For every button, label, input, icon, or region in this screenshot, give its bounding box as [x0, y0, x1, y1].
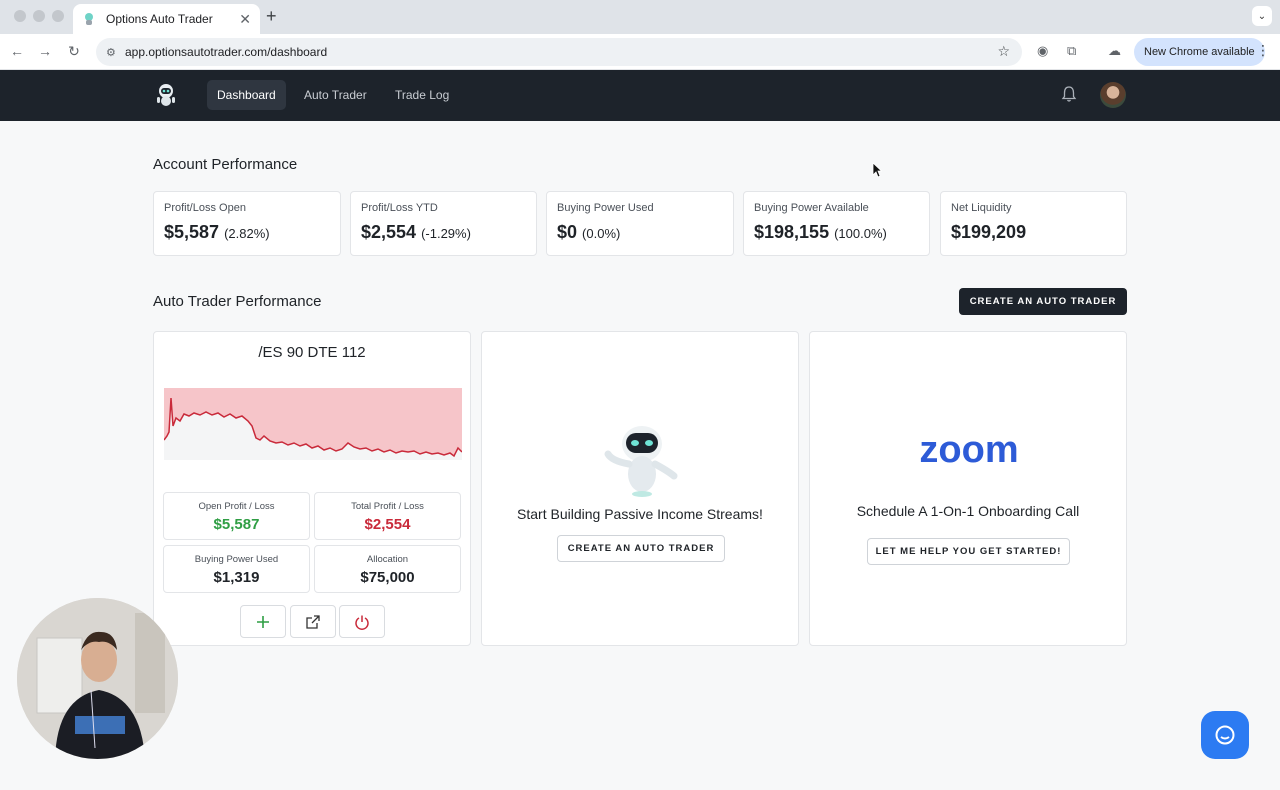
notifications-bell-icon[interactable]: [1060, 85, 1078, 103]
account-performance-title: Account Performance: [153, 156, 298, 173]
mouse-cursor-icon: [872, 162, 882, 178]
metric-card-pl-open: Profit/Loss Open $5,587 (2.82%): [153, 191, 341, 256]
chrome-menu-icon[interactable]: ⋮: [1256, 42, 1270, 59]
onboarding-card: zoom Schedule A 1-On-1 Onboarding Call L…: [809, 331, 1127, 646]
stat-label: Allocation: [366, 554, 409, 565]
create-auto-trader-button[interactable]: CREATE AN AUTO TRADER: [959, 288, 1127, 315]
app-navbar: Dashboard Auto Trader Trade Log: [0, 70, 1280, 121]
auto-trader-performance-title: Auto Trader Performance: [153, 293, 322, 310]
stat-open-pl: Open Profit / Loss $5,587: [163, 492, 310, 540]
reload-icon[interactable]: ↻: [65, 43, 83, 60]
metric-amount: $0: [557, 222, 578, 242]
metric-percent: (0.0%): [582, 226, 621, 241]
app-extension-icon[interactable]: ☁: [1108, 43, 1121, 59]
external-link-icon: [306, 614, 320, 629]
trader-pnl-chart: [164, 388, 462, 460]
stat-value: $5,587: [213, 516, 260, 533]
metric-value: $0 (0.0%): [557, 222, 723, 243]
stat-value: $75,000: [360, 569, 415, 586]
nav-trade-log[interactable]: Trade Log: [385, 80, 459, 110]
power-icon: [355, 615, 369, 630]
metric-label: Buying Power Used: [557, 202, 654, 214]
metric-value: $199,209: [951, 222, 1116, 243]
stat-buying-power-used: Buying Power Used $1,319: [163, 545, 310, 593]
robot-logo-icon[interactable]: [153, 82, 179, 108]
chat-support-button[interactable]: [1201, 711, 1249, 759]
promo-caption: Start Building Passive Income Streams!: [517, 506, 763, 522]
tab-title: Options Auto Trader: [106, 12, 213, 26]
metric-amount: $2,554: [361, 222, 417, 242]
stat-value: $1,319: [213, 569, 260, 586]
metric-amount: $5,587: [164, 222, 220, 242]
robot-mascot-icon: [604, 426, 678, 497]
metric-value: $198,155 (100.0%): [754, 222, 919, 243]
stat-label: Buying Power Used: [194, 554, 279, 565]
back-icon[interactable]: ←: [8, 43, 26, 59]
metric-value: $5,587 (2.82%): [164, 222, 330, 243]
metric-percent: (-1.29%): [421, 226, 471, 241]
url-text: app.optionsautotrader.com/dashboard: [125, 45, 328, 59]
metric-card-net-liquidity: Net Liquidity $199,209: [940, 191, 1127, 256]
trader-name: /ES 90 DTE 112: [258, 344, 366, 361]
presenter-video: [17, 598, 178, 759]
open-external-button[interactable]: [290, 605, 336, 638]
promo-card: Start Building Passive Income Streams! C…: [481, 331, 799, 646]
browser-toolbar: ← → ↻ ⚙ app.optionsautotrader.com/dashbo…: [0, 34, 1280, 70]
window-controls[interactable]: [14, 10, 64, 22]
stat-label: Total Profit / Loss: [351, 501, 424, 512]
close-tab-icon[interactable]: ✕: [239, 11, 251, 28]
metric-label: Net Liquidity: [951, 202, 1012, 214]
webcam-overlay: [17, 598, 178, 759]
svg-text:zoom: zoom: [919, 432, 1018, 468]
metric-percent: (2.82%): [224, 226, 270, 241]
promo-create-auto-trader-button[interactable]: CREATE AN AUTO TRADER: [557, 535, 725, 562]
metric-label: Profit/Loss Open: [164, 202, 246, 214]
tab-search-icon[interactable]: ⌄: [1252, 6, 1272, 26]
zoom-logo: zoom: [919, 432, 1018, 468]
stat-label: Open Profit / Loss: [198, 501, 275, 512]
get-started-button[interactable]: LET ME HELP YOU GET STARTED!: [867, 538, 1070, 565]
address-bar[interactable]: ⚙ app.optionsautotrader.com/dashboard ☆: [96, 38, 1022, 66]
chrome-update-button[interactable]: New Chrome available: [1134, 38, 1265, 66]
stat-allocation: Allocation $75,000: [314, 545, 461, 593]
forward-icon[interactable]: →: [36, 43, 54, 59]
site-info-icon[interactable]: ⚙: [106, 46, 120, 59]
metric-label: Buying Power Available: [754, 202, 869, 214]
stat-total-pl: Total Profit / Loss $2,554: [314, 492, 461, 540]
bookmark-star-icon[interactable]: ☆: [997, 43, 1010, 60]
nav-auto-trader[interactable]: Auto Trader: [294, 80, 377, 110]
chat-bubble-icon: [1215, 725, 1235, 745]
nav-dashboard[interactable]: Dashboard: [207, 80, 286, 110]
metric-amount: $199,209: [951, 222, 1027, 242]
plus-icon: [257, 615, 269, 628]
new-tab-icon[interactable]: +: [266, 6, 277, 27]
app-favicon-icon: [85, 13, 93, 25]
metric-label: Profit/Loss YTD: [361, 202, 438, 214]
power-button[interactable]: [339, 605, 385, 638]
browser-tab-bar: Options Auto Trader ✕ + ⌄: [0, 0, 1280, 34]
auto-trader-card: /ES 90 DTE 112 Open Profit / Loss $5,587…: [153, 331, 471, 646]
metric-value: $2,554 (-1.29%): [361, 222, 526, 243]
stat-value: $2,554: [364, 516, 411, 533]
metric-card-pl-ytd: Profit/Loss YTD $2,554 (-1.29%): [350, 191, 537, 256]
user-avatar[interactable]: [1100, 82, 1126, 108]
extensions-puzzle-icon[interactable]: ⧉: [1067, 43, 1076, 59]
metric-card-buying-power-used: Buying Power Used $0 (0.0%): [546, 191, 734, 256]
browser-tab[interactable]: Options Auto Trader ✕: [73, 4, 260, 34]
extension-icon[interactable]: ◉: [1037, 43, 1048, 59]
add-button[interactable]: [240, 605, 286, 638]
metric-card-buying-power-available: Buying Power Available $198,155 (100.0%): [743, 191, 930, 256]
metric-percent: (100.0%): [834, 226, 887, 241]
onboarding-caption: Schedule A 1-On-1 Onboarding Call: [856, 503, 1080, 519]
metric-amount: $198,155: [754, 222, 830, 242]
